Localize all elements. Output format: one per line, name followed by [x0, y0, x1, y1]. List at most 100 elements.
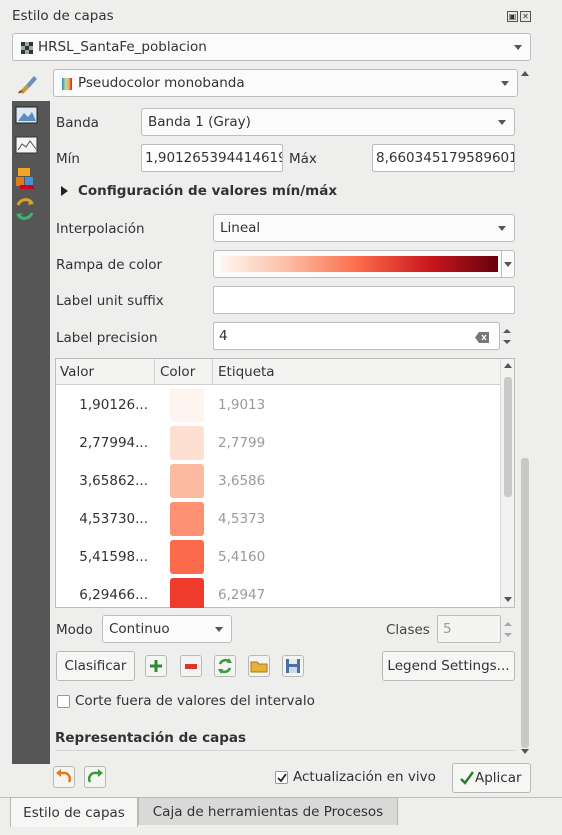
sidebar-item-history[interactable] [12, 197, 50, 225]
col-header-etiqueta[interactable]: Etiqueta [218, 364, 275, 380]
chevron-down-icon [504, 262, 512, 267]
legend-settings-label: Legend Settings... [387, 658, 510, 674]
scroll-up-icon[interactable] [504, 363, 512, 368]
unit-suffix-label: Label unit suffix [56, 293, 164, 309]
pseudocolor-icon [62, 78, 72, 90]
redo-button[interactable] [84, 766, 106, 788]
corte-checkbox[interactable] [57, 695, 70, 708]
table-scrollbar[interactable] [500, 359, 514, 607]
clasificar-button-label: Clasificar [64, 658, 127, 674]
raster-layer-icon [21, 42, 33, 54]
color-ramp-menu[interactable] [502, 250, 515, 278]
cell-color-swatch[interactable] [170, 464, 204, 498]
undo-button[interactable] [53, 766, 75, 788]
plus-icon [150, 660, 162, 672]
minmax-section-toggle[interactable]: Configuración de valores mín/máx [78, 183, 337, 199]
layer-select-value: HRSL_SantaFe_poblacion [38, 39, 207, 55]
sidebar-item-symbology[interactable] [12, 103, 50, 131]
save-colormap-button[interactable] [282, 655, 304, 677]
table-row[interactable]: 4,53730... 4,5373 [56, 500, 500, 538]
scroll-down-icon[interactable] [521, 749, 529, 754]
layer-select[interactable]: HRSL_SantaFe_poblacion [12, 33, 531, 61]
max-input[interactable]: 8,660345179589601 [372, 144, 515, 172]
min-input-value: 1,901265394414619 [145, 150, 283, 166]
max-label: Máx [289, 151, 317, 167]
cell-etiqueta: 5,4160 [218, 549, 266, 565]
sidebar-item-transparency[interactable] [12, 165, 50, 193]
checkmark-icon [459, 770, 475, 786]
unit-suffix-input[interactable] [213, 286, 515, 314]
step-up-icon[interactable] [503, 329, 511, 333]
legend-settings-button[interactable]: Legend Settings... [382, 651, 515, 681]
interpolacion-select[interactable]: Lineal [213, 214, 515, 242]
cell-etiqueta: 3,6586 [218, 473, 266, 489]
chevron-down-icon [498, 226, 506, 231]
cell-color-swatch[interactable] [170, 426, 204, 460]
table-body: 1,90126... 1,9013 2,77994... 2,7799 3,65862.… [56, 386, 500, 608]
cell-etiqueta: 6,2947 [218, 587, 266, 603]
min-label: Mín [56, 151, 80, 167]
checkmark-icon [277, 773, 287, 783]
tab-caja-herramientas[interactable]: Caja de herramientas de Procesos [138, 797, 398, 825]
table-row[interactable]: 3,65862... 3,6586 [56, 462, 500, 500]
divider [55, 750, 515, 751]
minus-icon [185, 664, 197, 669]
table-row[interactable]: 5,41598... 5,4160 [56, 538, 500, 576]
modo-select[interactable]: Continuo [102, 615, 232, 643]
scrollbar-handle[interactable] [504, 377, 512, 497]
cell-etiqueta: 2,7799 [218, 435, 266, 451]
step-down-icon[interactable] [504, 633, 512, 637]
color-ramp-button[interactable] [213, 250, 502, 278]
table-row[interactable]: 6,29466... 6,2947 [56, 576, 500, 608]
table-row[interactable]: 1,90126... 1,9013 [56, 386, 500, 424]
divider [212, 359, 213, 385]
scroll-down-icon[interactable] [504, 597, 512, 602]
save-icon [286, 659, 300, 673]
sidebar-item-histogram[interactable] [12, 133, 50, 161]
min-input[interactable]: 1,901265394414619 [141, 144, 283, 172]
table-row[interactable]: 2,77994... 2,7799 [56, 424, 500, 462]
reverse-colors-button[interactable] [214, 655, 236, 677]
representacion-heading[interactable]: Representación de capas [55, 730, 246, 746]
color-ramp-gradient [221, 256, 498, 272]
col-header-color[interactable]: Color [160, 364, 195, 380]
tab-estilo-de-capas[interactable]: Estilo de capas [10, 797, 138, 827]
panel-title: Estilo de capas [12, 8, 114, 24]
cell-color-swatch[interactable] [170, 388, 204, 422]
scrollbar-handle[interactable] [521, 458, 529, 748]
cell-etiqueta: 4,5373 [218, 511, 266, 527]
precision-spinbox[interactable]: 4 [213, 322, 500, 350]
expand-triangle-icon[interactable] [61, 186, 68, 196]
scroll-up-icon[interactable] [521, 71, 529, 76]
add-class-button[interactable] [145, 655, 167, 677]
banda-select-value: Banda 1 (Gray) [148, 114, 251, 130]
live-update-checkbox[interactable] [275, 771, 288, 784]
precision-stepper[interactable] [500, 322, 515, 350]
clear-icon[interactable] [475, 331, 489, 343]
cell-valor: 3,65862... [79, 473, 148, 489]
paintbrush-icon[interactable] [16, 73, 40, 95]
load-colormap-button[interactable] [248, 655, 270, 677]
panel-scrollbar[interactable] [519, 68, 531, 758]
tab-label: Caja de herramientas de Procesos [152, 803, 384, 820]
step-up-icon[interactable] [504, 622, 512, 626]
cell-color-swatch[interactable] [170, 502, 204, 536]
step-down-icon[interactable] [503, 340, 511, 344]
interpolacion-select-value: Lineal [220, 220, 261, 236]
remove-class-button[interactable] [180, 655, 202, 677]
cell-valor: 1,90126... [79, 397, 148, 413]
table-header: Valor Color Etiqueta [56, 359, 500, 385]
cell-color-swatch[interactable] [170, 578, 204, 608]
clases-stepper[interactable] [501, 615, 515, 643]
float-panel-icon[interactable]: ▣ [507, 11, 518, 22]
renderer-select[interactable]: Pseudocolor monobanda [53, 69, 518, 97]
interpolacion-label: Interpolación [56, 221, 145, 237]
banda-select[interactable]: Banda 1 (Gray) [141, 108, 515, 136]
close-panel-icon[interactable]: ✕ [520, 11, 531, 22]
apply-button[interactable]: Aplicar [452, 763, 531, 793]
folder-icon [250, 661, 268, 673]
clasificar-button[interactable]: Clasificar [56, 651, 135, 681]
clases-spinbox[interactable]: 5 [437, 615, 501, 643]
cell-color-swatch[interactable] [170, 540, 204, 574]
col-header-valor[interactable]: Valor [60, 364, 94, 380]
